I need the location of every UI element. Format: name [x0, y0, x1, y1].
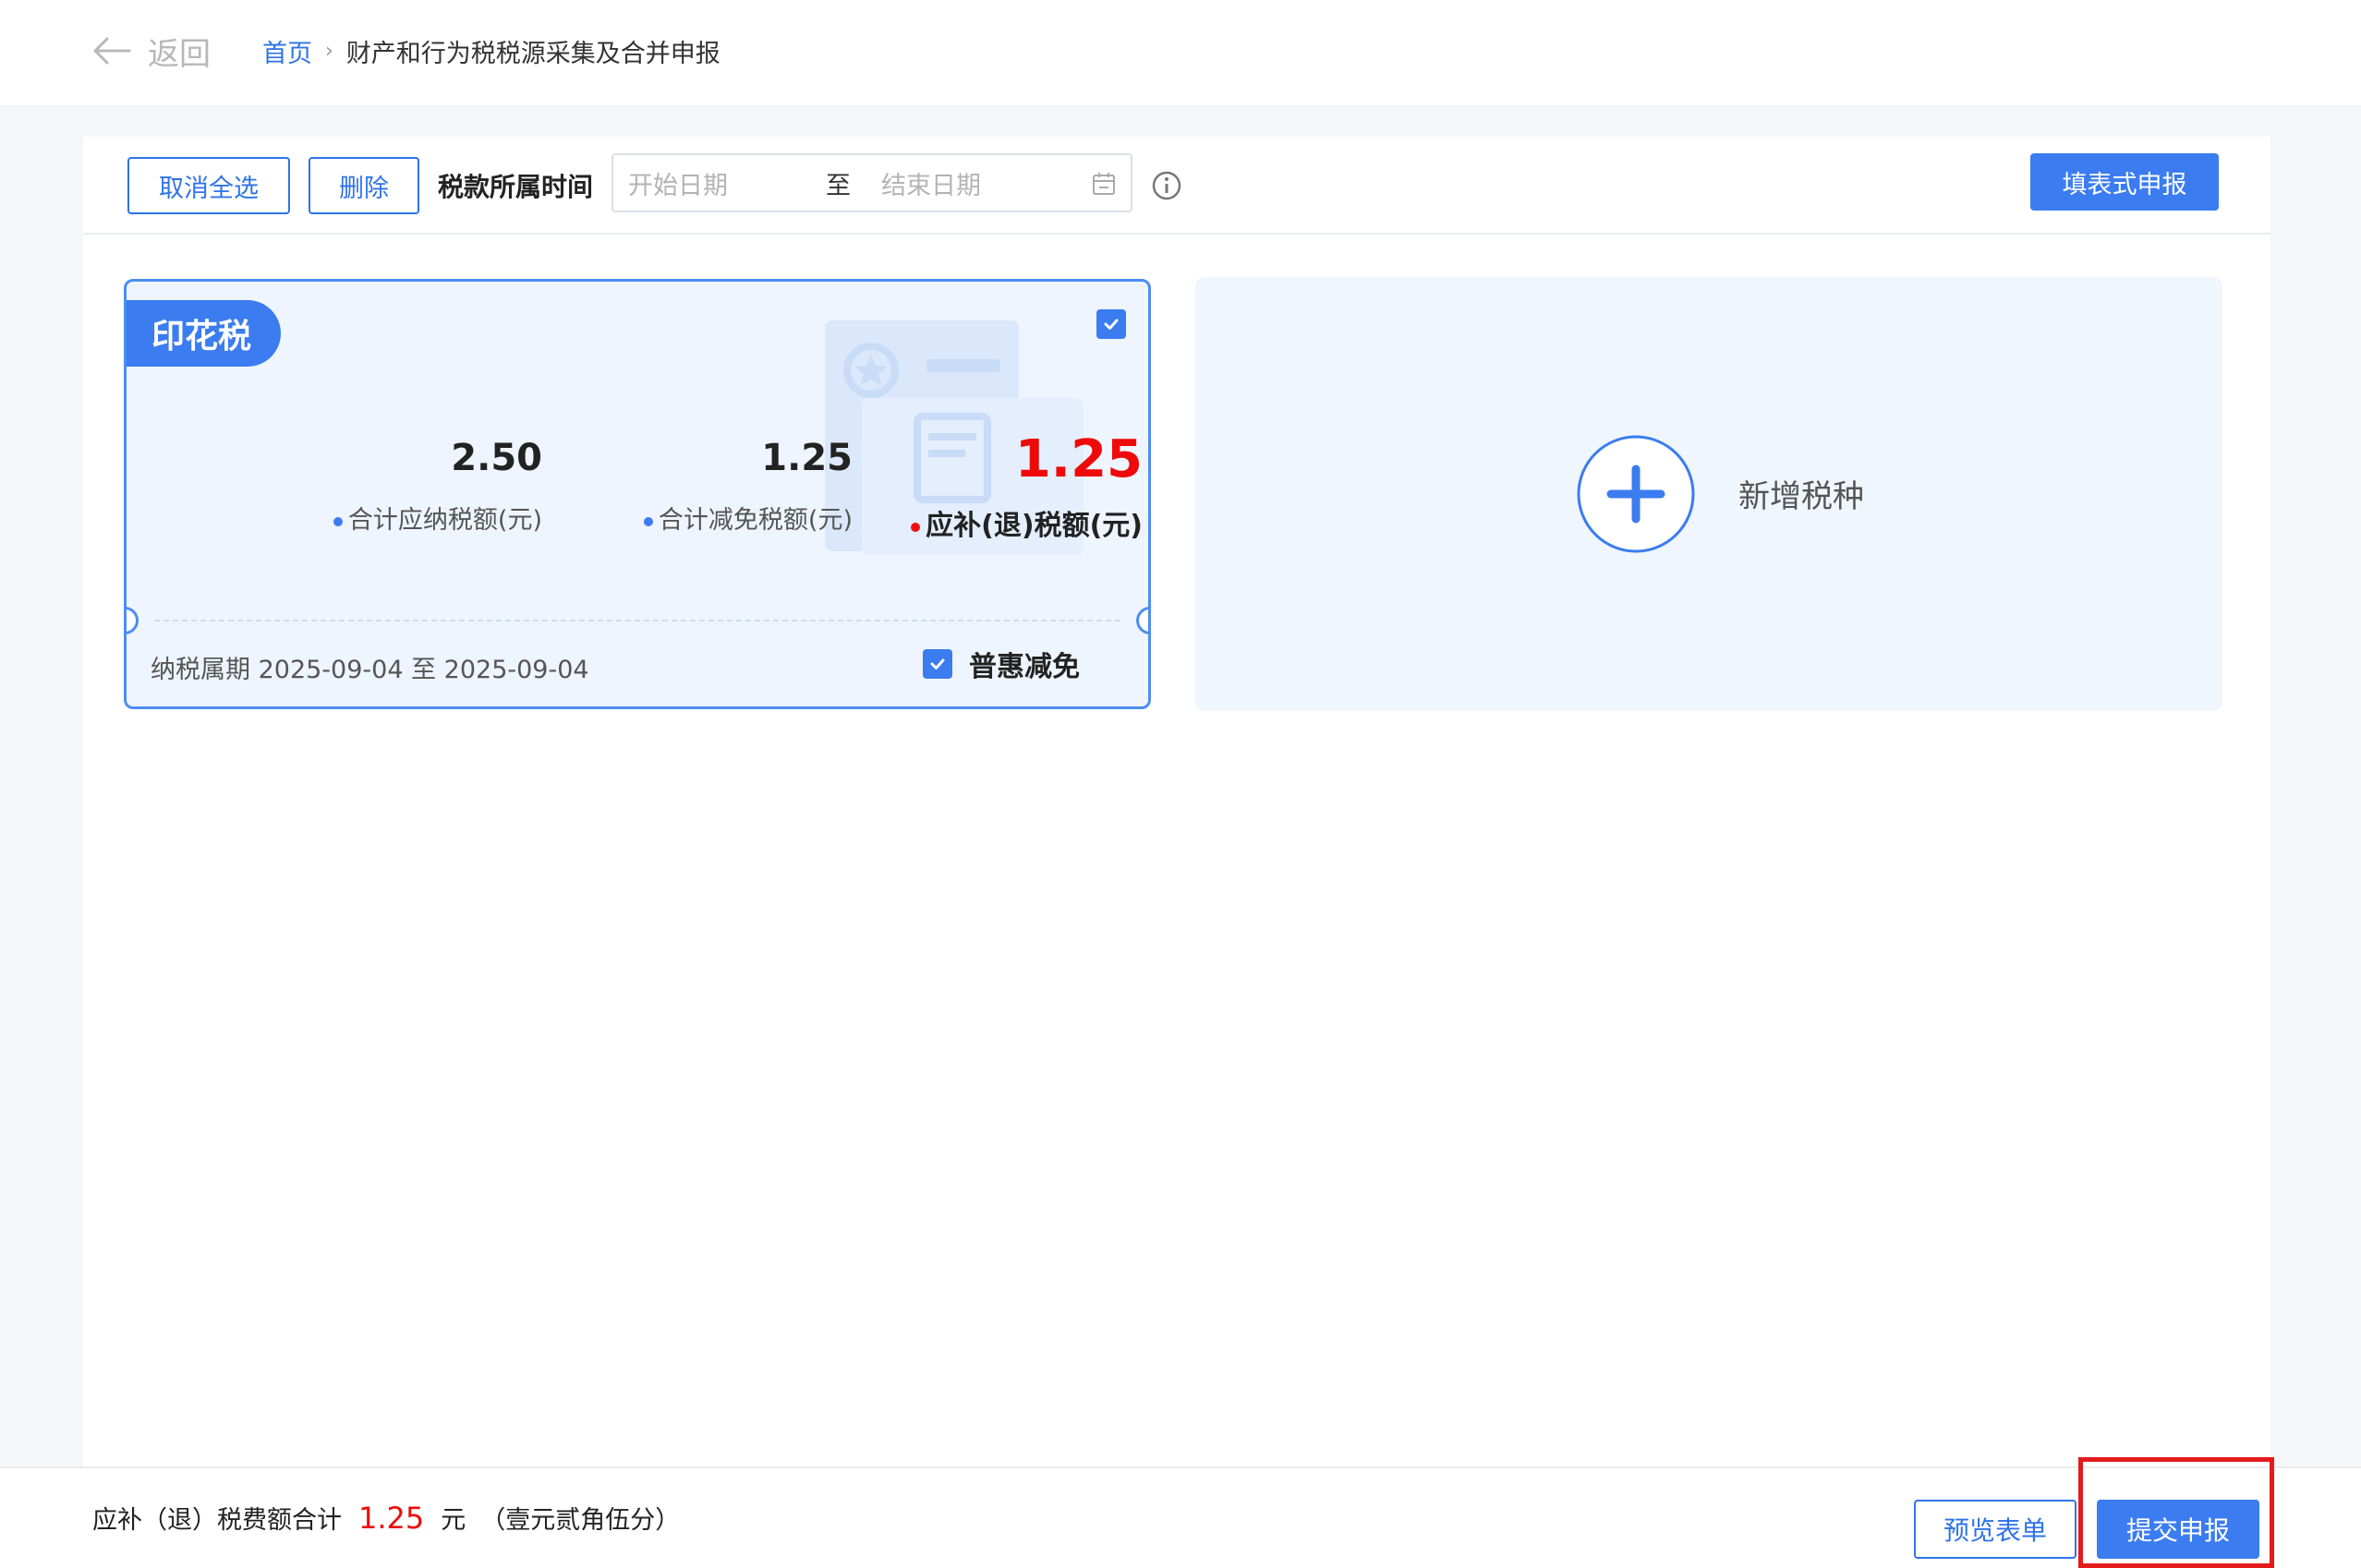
toolbar: 取消全选 删除 税款所属时间 开始日期 至 结束日期 填表式申报 [83, 137, 2270, 235]
main-panel: 取消全选 删除 税款所属时间 开始日期 至 结束日期 填表式申报 印花税 2.5… [83, 137, 2270, 1466]
relief-label: 普惠减免 [969, 651, 1080, 683]
payable-stat: 1.25 应补(退)税额(元) [773, 429, 1143, 543]
add-tax-type-card[interactable]: 新增税种 [1195, 277, 2222, 711]
summary-amount-in-words: （壹元贰角伍分） [480, 1506, 681, 1535]
date-range-picker[interactable]: 开始日期 至 结束日期 [611, 153, 1132, 212]
summary-amount: 1.25 [358, 1501, 425, 1536]
breadcrumb-current: 财产和行为税税源采集及合并申报 [345, 39, 720, 68]
summary-unit: 元 [441, 1506, 466, 1535]
total-tax-stat: 2.50 合计应纳税额(元) [200, 437, 542, 536]
start-date-input[interactable]: 开始日期 [628, 165, 728, 201]
ticket-notch [1136, 607, 1148, 634]
date-range-separator: 至 [826, 171, 851, 200]
check-icon [930, 658, 945, 669]
check-icon [1104, 319, 1119, 330]
preview-form-button[interactable]: 预览表单 [1914, 1500, 2076, 1559]
breadcrumb: 首页 › 财产和行为税税源采集及合并申报 [262, 31, 720, 70]
plus-circle-icon[interactable] [1576, 434, 1696, 554]
checkbox-checked[interactable] [923, 649, 952, 679]
back-label: 返回 [148, 35, 211, 73]
add-tax-type-label: 新增税种 [1738, 478, 1864, 515]
total-tax-value: 2.50 [451, 437, 542, 479]
bullet-dot-icon [643, 516, 653, 526]
calendar-icon [1093, 173, 1115, 195]
payable-value: 1.25 [1014, 429, 1143, 489]
end-date-input[interactable]: 结束日期 [881, 165, 981, 201]
delete-button[interactable]: 删除 [309, 157, 419, 214]
card-select-checkbox[interactable] [1096, 309, 1126, 339]
relief-checkbox[interactable]: 普惠减免 [923, 644, 1080, 684]
back-button[interactable]: 返回 [92, 28, 211, 74]
ticket-notch [127, 607, 139, 634]
submit-declaration-button[interactable]: 提交申报 [2097, 1500, 2259, 1559]
dashed-divider [154, 620, 1120, 621]
arrow-left-icon [93, 37, 131, 65]
chevron-right-icon: › [325, 39, 333, 63]
payable-summary: 应补（退）税费额合计 1.25 元 （壹元贰角伍分） [92, 1500, 680, 1536]
page-header: 返回 首页 › 财产和行为税税源采集及合并申报 [0, 0, 2361, 105]
bullet-dot-icon [333, 516, 343, 526]
total-tax-label: 合计应纳税额(元) [347, 506, 542, 535]
bullet-dot-icon [911, 522, 921, 532]
info-icon[interactable] [1151, 170, 1182, 201]
payable-label: 应补(退)税额(元) [926, 510, 1143, 542]
tax-period-text: 纳税属期 2025-09-04 至 2025-09-04 [151, 656, 589, 684]
tax-period-label: 税款所属时间 [438, 172, 594, 202]
footer-bar: 应补（退）税费额合计 1.25 元 （壹元贰角伍分） 预览表单 提交申报 [0, 1466, 2361, 1568]
stamp-tax-card[interactable]: 印花税 2.50 合计应纳税额(元) 1.25 合计减免税额(元) 1.25 应… [124, 279, 1151, 709]
tax-type-title: 印花税 [127, 300, 281, 367]
form-declare-button[interactable]: 填表式申报 [2030, 153, 2219, 211]
cancel-select-all-button[interactable]: 取消全选 [127, 157, 290, 214]
summary-label: 应补（退）税费额合计 [92, 1506, 342, 1535]
breadcrumb-home-link[interactable]: 首页 [262, 33, 312, 69]
